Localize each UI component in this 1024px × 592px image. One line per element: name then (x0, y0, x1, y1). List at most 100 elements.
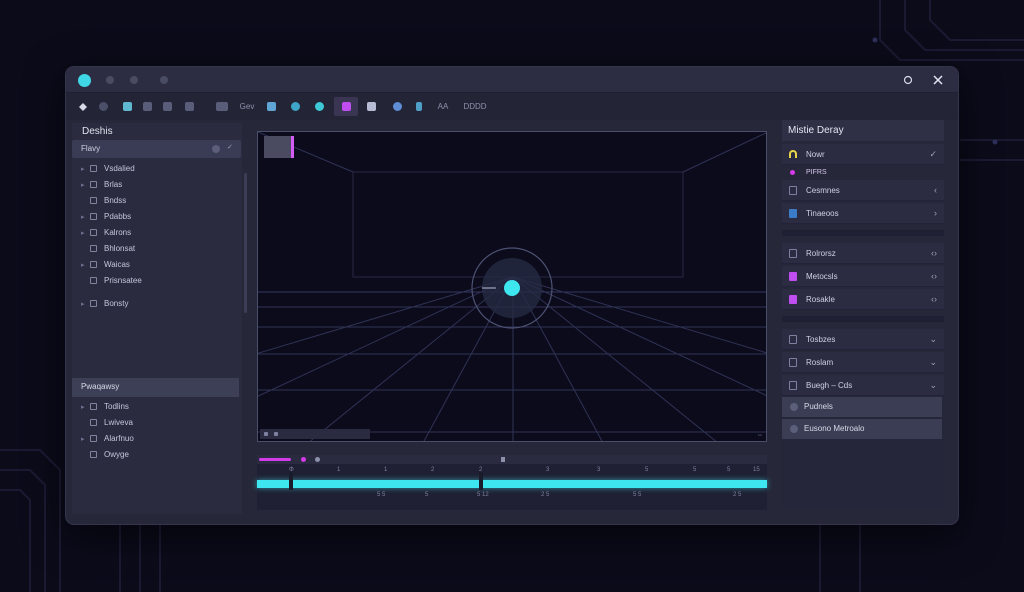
left-panel-scrollbar[interactable] (244, 173, 247, 313)
file-tool-button[interactable] (140, 97, 154, 116)
left-panel-title: Deshis (82, 126, 113, 137)
property-row[interactable]: Buegh – Cds ⌄ (782, 375, 944, 396)
image-icon (122, 102, 132, 111)
item-icon (90, 403, 97, 410)
timeline-range-indicator[interactable] (259, 458, 291, 461)
gizmo-center-handle[interactable] (504, 280, 520, 296)
tree-item[interactable]: Bhlonsat (72, 242, 232, 256)
camera-icon (314, 102, 324, 111)
tree-item-collapsed[interactable]: ▸ Bonsty (72, 297, 232, 311)
section-item[interactable]: Lwiveva (72, 416, 232, 430)
chevron-icon[interactable]: › (934, 208, 937, 218)
tick-label: 3 (546, 467, 550, 473)
playhead-top-icon[interactable] (501, 457, 505, 462)
tree-item[interactable]: ▸ Waicas (72, 258, 232, 272)
property-subrow: PIFRS (782, 165, 944, 181)
sphere-tool-button[interactable] (390, 97, 404, 116)
camera-tool-button[interactable] (312, 97, 326, 116)
bookmark-icon (789, 186, 797, 195)
media-icon (341, 102, 351, 111)
share-tool-button[interactable] (264, 97, 278, 116)
download-icon (789, 209, 797, 218)
check-icon[interactable]: ✓ (227, 143, 235, 151)
property-row[interactable]: Tosbzes ⌄ (782, 329, 944, 350)
image-tool-button[interactable] (120, 97, 134, 116)
sphere-icon (392, 102, 402, 111)
copy-tool-button[interactable] (160, 97, 174, 116)
menu-dot-icon[interactable] (160, 76, 168, 84)
menu-dot-icon[interactable] (130, 76, 138, 84)
menu-dot-icon[interactable] (106, 76, 114, 84)
tree-item[interactable]: Prisnsatee (72, 274, 232, 288)
camera-preview-thumbnail[interactable] (264, 136, 294, 158)
node-icon (90, 229, 97, 236)
tick-label: 5 (727, 467, 731, 473)
chevron-icon[interactable]: ‹› (931, 294, 937, 304)
frame-label: 5 (425, 492, 429, 498)
timeline-footer: 5 5 5 5 12 2 5 5 5 2 5 (257, 492, 767, 502)
node-icon (90, 181, 97, 188)
option-item[interactable]: Pudnels (782, 397, 942, 417)
playhead[interactable] (479, 472, 483, 490)
timeline[interactable]: Φ 1 1 2 2 3 3 5 5 5 15 5 5 5 5 12 2 5 5 … (257, 455, 767, 510)
property-row[interactable]: Rolrorsz ‹› (782, 243, 944, 264)
tree-item[interactable]: ▸ Vsdalied (72, 162, 232, 176)
in-point-marker[interactable] (289, 472, 293, 490)
tree-item[interactable]: ▸ Brlas (72, 178, 232, 192)
filter-row[interactable]: Flavy ✓ (72, 140, 241, 158)
section-item[interactable]: ▸ Todlins (72, 400, 232, 414)
property-row[interactable]: Cesmnes ‹ (782, 180, 944, 201)
timeline-track[interactable] (257, 480, 767, 488)
chevron-icon[interactable]: ‹ (934, 185, 937, 195)
node-icon (90, 261, 97, 268)
chevron-icon[interactable]: ‹› (931, 248, 937, 258)
tick-label: 5 (645, 467, 649, 473)
tree-item[interactable]: ▸ Kalrons (72, 226, 232, 240)
app-logo-icon (78, 74, 91, 87)
paint-tool-button[interactable] (412, 97, 426, 116)
title-bar (66, 67, 958, 93)
media-tool-button[interactable] (334, 97, 358, 116)
property-row[interactable]: Nowr ✓ (782, 144, 944, 165)
item-icon (90, 419, 97, 426)
option-item[interactable]: Eusono Metroalo (782, 419, 942, 439)
more-tool-button[interactable]: DDDD (458, 97, 492, 116)
tick-label: 3 (597, 467, 601, 473)
section-header[interactable]: Pwaqawsy (72, 378, 239, 397)
layout-tool-button[interactable] (362, 97, 380, 116)
cursor-icon (79, 102, 87, 111)
keyframe-icon[interactable] (315, 457, 320, 462)
property-row[interactable]: Rosakle ‹› (782, 289, 944, 310)
text-tool-button[interactable]: AA (434, 97, 452, 116)
frame-tool-button[interactable] (214, 97, 230, 116)
globe-tool-button[interactable] (288, 97, 302, 116)
chevron-down-icon[interactable]: ⌄ (929, 334, 937, 345)
minimize-button[interactable] (900, 72, 916, 88)
timeline-header (257, 455, 767, 464)
scene-viewport[interactable]: ▫▫ (257, 131, 767, 442)
tick-label: 1 (384, 467, 388, 473)
property-row[interactable]: Metocsls ‹› (782, 266, 944, 287)
globe-icon (290, 102, 300, 111)
section-item[interactable]: ▸ Alarfnuo (72, 432, 232, 446)
chevron-down-icon[interactable]: ⌄ (929, 380, 937, 391)
grid-tool-button[interactable] (182, 97, 196, 116)
cursor-tool-button[interactable] (76, 97, 90, 116)
image-icon (789, 358, 797, 367)
chevron-icon[interactable]: ‹› (931, 271, 937, 281)
filter-options-icon[interactable] (212, 145, 220, 153)
layout-icon (366, 102, 376, 111)
property-row[interactable]: Roslam ⌄ (782, 352, 944, 373)
close-button[interactable] (930, 72, 946, 88)
check-icon[interactable]: ✓ (929, 149, 937, 160)
tree-item[interactable]: ▸ Pdabbs (72, 210, 232, 224)
gev-tool-button[interactable]: Gev (236, 97, 258, 116)
property-row[interactable]: Tinaeoos › (782, 203, 944, 224)
undo-tool-button[interactable] (96, 97, 110, 116)
radio-icon (790, 403, 798, 411)
section-item[interactable]: Owyge (72, 448, 232, 462)
keyframe-icon[interactable] (301, 457, 306, 462)
tree-item[interactable]: Bndss (72, 194, 232, 208)
circle-icon (903, 75, 913, 85)
chevron-down-icon[interactable]: ⌄ (929, 357, 937, 368)
